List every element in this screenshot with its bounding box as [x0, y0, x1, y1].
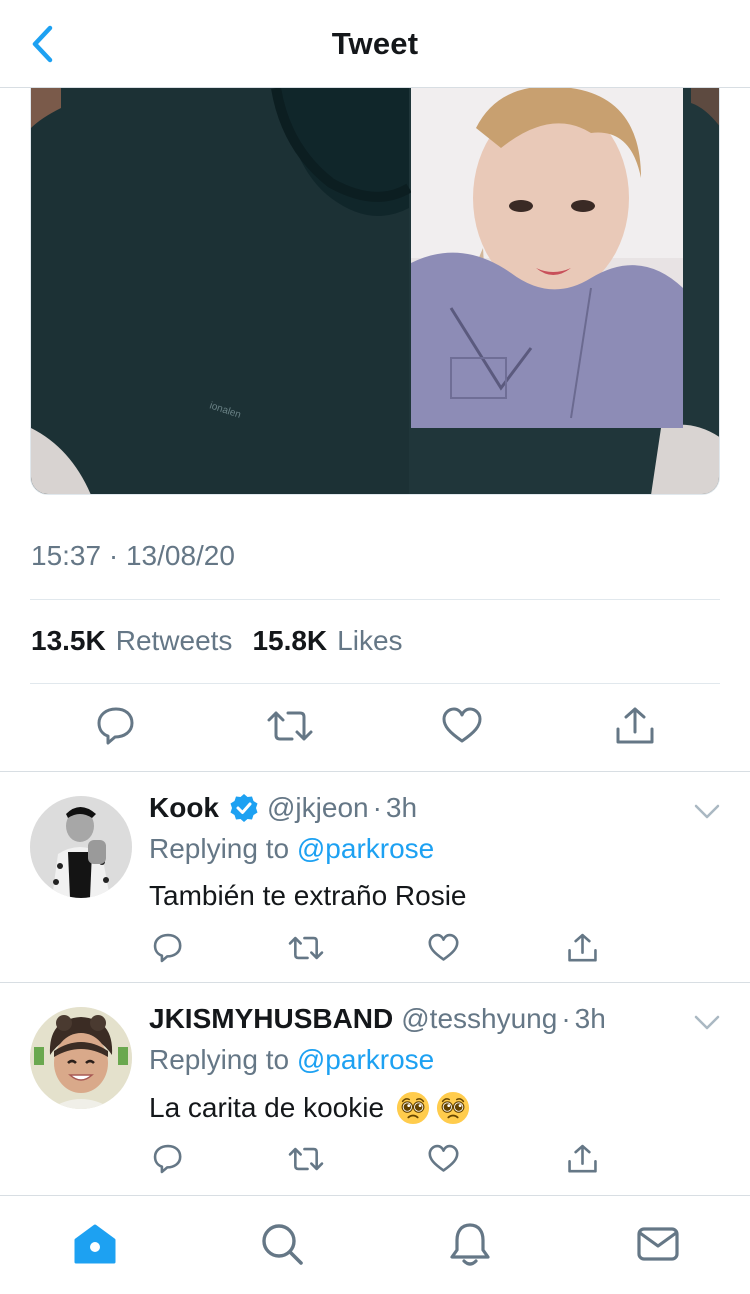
pleading-face-emoji	[396, 1091, 430, 1125]
avatar[interactable]	[30, 796, 132, 898]
reply-header: JKISMYHUSBAND @tesshyung · 3h	[149, 1003, 606, 1035]
like-icon[interactable]	[427, 932, 460, 964]
tweet-photo[interactable]: ionalen	[30, 88, 720, 495]
avatar[interactable]	[30, 1007, 132, 1109]
tweet-timestamp: 15:37 · 13/08/20	[31, 540, 235, 571]
divider	[30, 683, 720, 684]
reply-action-bar	[0, 1143, 750, 1177]
tweet-stats: 13.5K Retweets 15.8K Likes	[31, 625, 409, 657]
messages-icon	[637, 1227, 679, 1261]
like-icon[interactable]	[427, 1143, 460, 1175]
tab-messages[interactable]	[634, 1220, 682, 1268]
replying-prefix: Replying to	[149, 1044, 290, 1075]
mention-link[interactable]: @parkrose	[297, 833, 434, 864]
reply-icon[interactable]	[152, 932, 184, 964]
retweet-icon[interactable]	[266, 705, 314, 747]
chevron-down-icon[interactable]	[694, 1015, 720, 1031]
tweet-action-bar	[0, 705, 750, 750]
reply-text: La carita de kookie	[149, 1092, 385, 1123]
search-icon	[262, 1224, 303, 1265]
divider	[30, 599, 720, 600]
pleading-face-emoji	[436, 1091, 470, 1125]
page-title: Tweet	[331, 25, 419, 61]
home-icon	[74, 1224, 116, 1264]
reply-icon[interactable]	[152, 1143, 184, 1175]
bottom-tab-bar	[0, 1195, 750, 1294]
chevron-left-icon	[32, 25, 53, 63]
reply-icon[interactable]	[96, 705, 136, 747]
tweet-detail-screen: Tweet ionalen 15:37 · 13/08/20 13.5K Ret…	[0, 0, 750, 1294]
back-button[interactable]	[22, 22, 62, 66]
nav-header: Tweet	[0, 0, 750, 88]
reply-tweet[interactable]: Kook @jkjeon · 3h Replying to @parkrose …	[0, 772, 750, 982]
separator-dot: ·	[372, 792, 382, 823]
retweet-count[interactable]: 13.5K	[31, 625, 106, 657]
replying-to: Replying to @parkrose	[149, 833, 434, 865]
reply-action-bar	[0, 932, 750, 966]
share-icon[interactable]	[566, 932, 599, 964]
retweet-label[interactable]: Retweets	[116, 625, 233, 657]
separator-dot: ·	[561, 1003, 571, 1034]
avatar-image	[30, 796, 132, 898]
user-handle[interactable]: @jkjeon	[267, 792, 369, 824]
tab-notifications[interactable]	[446, 1220, 494, 1268]
verified-badge-icon	[229, 793, 259, 823]
reply-time: 3h	[574, 1003, 606, 1034]
chevron-down-icon[interactable]	[694, 804, 720, 820]
retweet-icon[interactable]	[287, 932, 325, 964]
user-handle[interactable]: @tesshyung	[401, 1003, 557, 1035]
tab-home[interactable]	[71, 1220, 119, 1268]
display-name[interactable]: Kook	[149, 792, 219, 824]
share-icon[interactable]	[566, 1143, 599, 1175]
reply-text: También te extraño Rosie	[149, 880, 467, 911]
reply-tweet[interactable]: JKISMYHUSBAND @tesshyung · 3h Replying t…	[0, 983, 750, 1194]
display-name[interactable]: JKISMYHUSBAND	[149, 1003, 393, 1035]
reply-text-row: La carita de kookie	[149, 1091, 470, 1125]
notifications-icon	[450, 1223, 490, 1266]
replying-prefix: Replying to	[149, 833, 290, 864]
photo-illustration: ionalen	[31, 88, 719, 494]
avatar-image	[30, 1007, 132, 1109]
retweet-icon[interactable]	[287, 1143, 325, 1175]
like-count[interactable]: 15.8K	[252, 625, 327, 657]
mention-link[interactable]: @parkrose	[297, 1044, 434, 1075]
tab-search[interactable]	[258, 1220, 306, 1268]
replying-to: Replying to @parkrose	[149, 1044, 434, 1076]
like-label[interactable]: Likes	[337, 625, 402, 657]
reply-header: Kook @jkjeon · 3h	[149, 792, 417, 824]
share-icon[interactable]	[614, 705, 656, 747]
like-icon[interactable]	[441, 705, 483, 747]
reply-time: 3h	[385, 792, 418, 823]
